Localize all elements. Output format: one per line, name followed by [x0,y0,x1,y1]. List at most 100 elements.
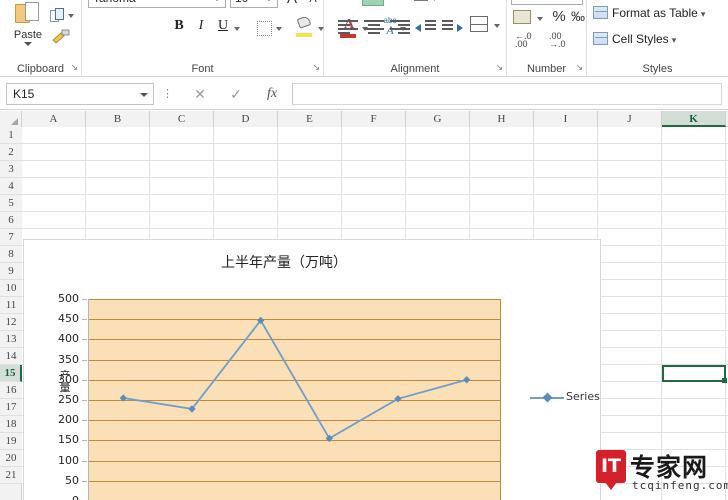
row-header-10[interactable]: 10 [0,280,22,297]
row-header-19[interactable]: 19 [0,433,22,450]
font-size-combobox[interactable]: 10 [230,0,278,8]
fill-color-button[interactable] [294,15,316,41]
row-header-21[interactable]: 21 [0,467,22,484]
row-header-15[interactable]: 15 [0,365,22,382]
row-header-17[interactable]: 17 [0,399,22,416]
italic-button[interactable]: I [192,18,210,40]
underline-chevron-down-icon[interactable] [234,27,240,31]
increase-indent-button[interactable] [442,20,463,36]
underline-button[interactable]: U [214,18,232,40]
row-header-14[interactable]: 14 [0,348,22,365]
number-format-combobox[interactable] [511,0,583,5]
align-bottom-button[interactable] [388,0,408,6]
decrease-font-size-button[interactable]: A [303,0,323,8]
column-header-f[interactable]: F [342,111,406,127]
chevron-down-icon[interactable] [24,42,32,46]
row-header-13[interactable]: 13 [0,331,22,348]
ribbon-group-styles: Format as Table ▾ Cell Styles ▾ Styles [587,0,728,76]
font-dialog-launcher[interactable]: ↘ [312,62,320,73]
row-header-12[interactable]: 12 [0,314,22,331]
column-header-e[interactable]: E [278,111,342,127]
name-box-chevron-down-icon[interactable] [140,93,148,97]
align-right-button[interactable] [390,20,410,36]
y-axis-tick [82,299,87,300]
row-header-7[interactable]: 7 [0,229,22,246]
column-header-j[interactable]: J [598,111,662,127]
format-painter-icon [52,29,70,44]
row-header-9[interactable]: 9 [0,263,22,280]
format-as-table-button[interactable]: Format as Table ▾ [593,6,705,26]
column-header-k[interactable]: K [662,111,726,127]
align-middle-button[interactable] [362,0,384,6]
alignment-dialog-launcher[interactable]: ↘ [495,62,503,73]
cell-styles-button[interactable]: Cell Styles ▾ [593,32,676,52]
font-name-chevron-down-icon[interactable] [213,0,221,1]
grid-row-line [22,228,728,229]
align-left-button[interactable] [338,20,358,36]
y-axis-tick-label: 400 [58,332,79,346]
row-header-20[interactable]: 20 [0,450,22,467]
wrap-text-button[interactable] [414,0,432,4]
fill-handle[interactable] [722,378,727,383]
column-header-h[interactable]: H [470,111,534,127]
copy-icon [50,8,66,23]
cancel-formula-button[interactable]: ✕ [186,83,214,105]
row-header-11[interactable]: 11 [0,297,22,314]
cell-styles-icon [593,32,608,45]
y-axis-tick-label: 100 [58,453,79,467]
increase-decimal-button[interactable]: .00 →.0 [549,32,566,49]
cell-styles-chevron-down-icon[interactable]: ▾ [672,35,677,46]
row-header-16[interactable]: 16 [0,382,22,399]
chart-legend[interactable]: Series1 [530,388,600,408]
row-header-3[interactable]: 3 [0,161,22,178]
row-header-4[interactable]: 4 [0,178,22,195]
decrease-decimal-button[interactable]: ←.0.00 [515,32,532,49]
row-header-6[interactable]: 6 [0,212,22,229]
format-painter-button[interactable] [50,28,76,48]
accounting-number-format-button[interactable] [513,10,535,28]
comma-style-button[interactable]: ‰ [571,8,585,24]
formula-input[interactable] [292,83,722,105]
column-header-d[interactable]: D [214,111,278,127]
row-header-8[interactable]: 8 [0,246,22,263]
increase-font-size-button[interactable]: A [282,0,302,8]
align-top-button[interactable] [338,0,358,6]
paste-button[interactable]: Paste [6,2,50,57]
number-dialog-launcher[interactable]: ↘ [575,62,583,73]
merge-and-center-button[interactable] [470,16,492,38]
row-header-2[interactable]: 2 [0,144,22,161]
align-center-button[interactable] [364,20,384,36]
y-axis-tick [82,339,87,341]
copy-chevron-down-icon[interactable] [68,14,74,18]
column-header-i[interactable]: I [534,111,598,127]
insert-function-button[interactable]: fx [258,83,286,105]
grid-row-line [22,211,728,212]
clipboard-dialog-launcher[interactable]: ↘ [70,62,78,73]
accounting-chevron-down-icon[interactable] [537,17,543,21]
row-header-18[interactable]: 18 [0,416,22,433]
font-size-chevron-down-icon[interactable] [265,0,273,1]
column-header-a[interactable]: A [22,111,86,127]
column-header-b[interactable]: B [86,111,150,127]
active-cell-selection [662,365,727,383]
chart-object[interactable]: 上半年产量（万吨） 产量 原产国 Series1 050100150200250… [23,239,601,500]
column-header-g[interactable]: G [406,111,470,127]
font-name-combobox[interactable]: Tahoma [88,0,226,8]
column-header-c[interactable]: C [150,111,214,127]
row-header-1[interactable]: 1 [0,127,22,144]
decrease-indent-button[interactable] [415,20,436,36]
copy-button[interactable] [50,8,76,25]
percent-style-button[interactable]: % [551,8,567,25]
select-all-button[interactable] [0,111,22,127]
merge-chevron-down-icon[interactable] [494,24,500,28]
row-header-5[interactable]: 5 [0,195,22,212]
y-axis-tick-label: 500 [58,292,79,305]
orientation-button[interactable]: ↗ [432,0,442,4]
borders-chevron-down-icon[interactable] [276,27,282,31]
format-as-table-chevron-down-icon[interactable]: ▾ [701,9,706,20]
name-box[interactable]: K15 [6,83,154,105]
legend-marker-icon [542,392,553,403]
borders-button[interactable] [254,20,274,38]
enter-formula-button[interactable]: ✓ [222,83,250,105]
bold-button[interactable]: B [170,18,188,40]
